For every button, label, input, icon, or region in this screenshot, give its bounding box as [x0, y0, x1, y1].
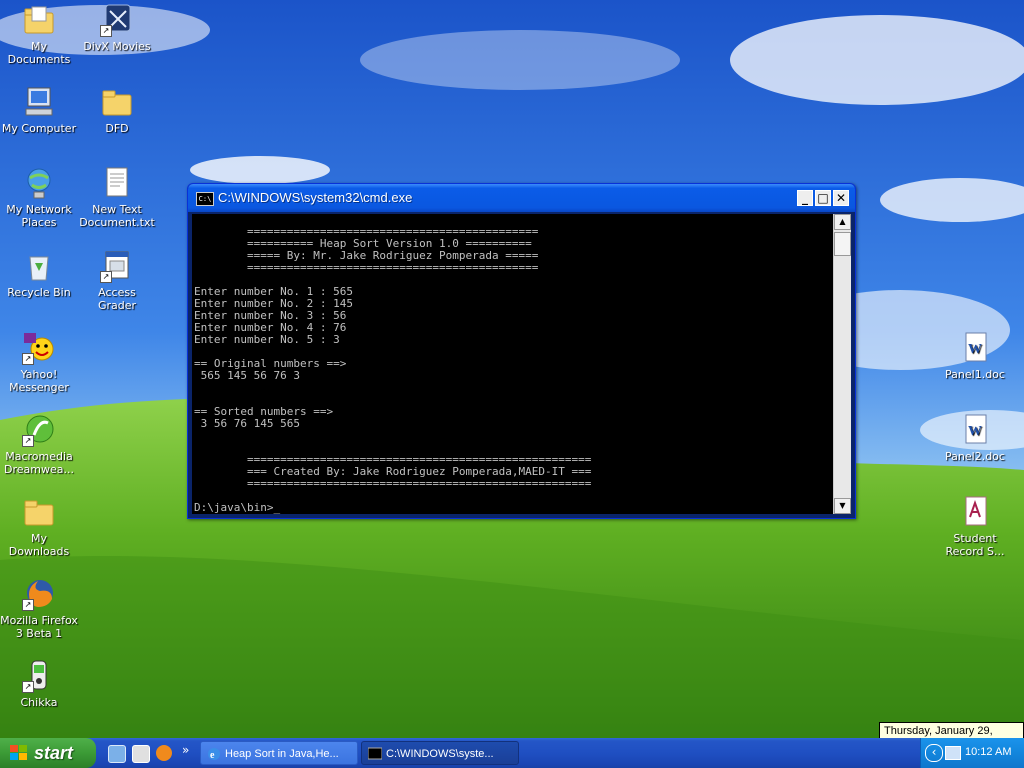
task-heap-sort-browser[interactable]: e Heap Sort in Java,He...: [200, 741, 358, 765]
folder-icon: [22, 495, 56, 529]
divx-icon: ↗: [100, 3, 134, 37]
minimize-button[interactable]: _: [797, 190, 813, 206]
chikka-icon[interactable]: ↗ Chikka: [0, 659, 78, 709]
recycle-bin-icon[interactable]: Recycle Bin: [0, 249, 78, 299]
shortcut-arrow-icon: ↗: [100, 25, 112, 37]
scroll-down-arrow-icon[interactable]: ▼: [834, 498, 851, 514]
word-document-icon: W: [958, 331, 992, 365]
system-tray[interactable]: ‹ 10:12 AM: [920, 738, 1024, 768]
shortcut-arrow-icon: ↗: [22, 599, 34, 611]
shortcut-arrow-icon: ↗: [22, 353, 34, 365]
console-text: ========================================…: [194, 225, 592, 514]
app-window-icon: ↗: [100, 249, 134, 283]
scroll-up-arrow-icon[interactable]: ▲: [834, 214, 851, 230]
word-document-icon: W: [958, 413, 992, 447]
window-title: C:\WINDOWS\system32\cmd.exe: [218, 190, 413, 205]
svg-text:e: e: [210, 750, 215, 761]
dfd-folder-icon[interactable]: DFD: [78, 85, 156, 135]
divx-movies-icon[interactable]: ↗ DivX Movies: [78, 3, 156, 53]
close-button[interactable]: ✕: [833, 190, 849, 206]
recycle-bin-icon: [22, 249, 56, 283]
console-output[interactable]: ========================================…: [192, 214, 833, 514]
cmd-icon: [368, 747, 382, 760]
cmd-window[interactable]: C:\ C:\WINDOWS\system32\cmd.exe _ □ ✕ ==…: [187, 183, 856, 519]
taskbar[interactable]: start » e Heap Sort in Java,He... C:\WIN…: [0, 738, 1024, 768]
task-cmd-window[interactable]: C:\WINDOWS\syste...: [361, 741, 519, 765]
tray-expand-icon[interactable]: ‹: [925, 744, 943, 762]
clock[interactable]: 10:12 AM: [965, 746, 1011, 758]
my-downloads-icon[interactable]: My Downloads: [0, 495, 78, 558]
svg-text:W: W: [968, 342, 982, 357]
vertical-scrollbar[interactable]: ▲ ▼: [833, 214, 851, 514]
network-icon: [22, 166, 56, 200]
start-label: start: [34, 743, 74, 763]
student-record-icon[interactable]: Student Record S...: [936, 495, 1014, 558]
chikka-icon: ↗: [22, 659, 56, 693]
my-documents-icon[interactable]: My Documents: [0, 3, 78, 66]
yahoo-smiley-icon: ↗: [22, 331, 56, 365]
firefox-icon: ↗: [22, 577, 56, 611]
network-tray-icon[interactable]: [945, 746, 961, 760]
macromedia-dreamweaver-icon[interactable]: ↗ Macromedia Dreamwea...: [0, 413, 78, 476]
yahoo-messenger-icon[interactable]: ↗ Yahoo! Messenger: [0, 331, 78, 394]
maximize-button[interactable]: □: [815, 190, 831, 206]
new-text-document-icon[interactable]: New Text Document.txt: [78, 166, 156, 229]
svg-text:W: W: [968, 424, 982, 439]
scroll-thumb[interactable]: [834, 232, 851, 256]
my-network-places-icon[interactable]: My Network Places: [0, 166, 78, 229]
quicklaunch-more-icon[interactable]: »: [182, 743, 189, 757]
shortcut-arrow-icon: ↗: [22, 681, 34, 693]
show-desktop-icon[interactable]: [108, 745, 126, 763]
start-button[interactable]: start: [0, 738, 96, 768]
cmd-icon: C:\: [196, 192, 214, 206]
internet-explorer-icon: e: [208, 748, 220, 761]
dreamweaver-icon: ↗: [22, 413, 56, 447]
shortcut-arrow-icon: ↗: [22, 435, 34, 447]
mouse-icon[interactable]: [132, 745, 150, 763]
mozilla-firefox-icon[interactable]: ↗ Mozilla Firefox 3 Beta 1: [0, 577, 78, 640]
computer-icon: [22, 85, 56, 119]
panel2-doc-icon[interactable]: W Panel2.doc: [936, 413, 1014, 463]
windows-flag-icon: [10, 745, 27, 760]
desktop[interactable]: My Documents ↗ DivX Movies My Computer D…: [0, 0, 1024, 738]
access-database-icon: [958, 495, 992, 529]
panel1-doc-icon[interactable]: W Panel1.doc: [936, 331, 1014, 381]
shortcut-arrow-icon: ↗: [100, 271, 112, 283]
access-grader-icon[interactable]: ↗ Access Grader: [78, 249, 156, 312]
folder-icon: [100, 85, 134, 119]
text-file-icon: [100, 166, 134, 200]
folder-icon: [22, 3, 56, 37]
firefox-quicklaunch-icon[interactable]: [156, 745, 172, 761]
my-computer-icon[interactable]: My Computer: [0, 85, 78, 135]
cmd-title-bar[interactable]: C:\ C:\WINDOWS\system32\cmd.exe _ □ ✕: [188, 184, 855, 212]
